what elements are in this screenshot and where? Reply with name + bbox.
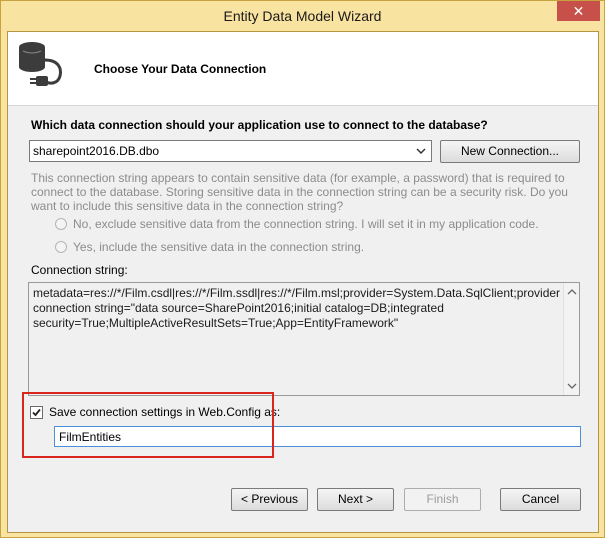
radio-exclude-label: No, exclude sensitive data from the conn… — [73, 217, 539, 231]
connection-string-text: metadata=res://*/Film.csdl|res://*/Film.… — [33, 286, 561, 330]
radio-include-label: Yes, include the sensitive data in the c… — [73, 240, 365, 254]
window-title: Entity Data Model Wizard — [223, 8, 382, 24]
connection-string-label: Connection string: — [31, 263, 128, 277]
finish-button[interactable]: Finish — [404, 488, 481, 511]
new-connection-button[interactable]: New Connection... — [440, 140, 580, 163]
database-connection-icon — [19, 42, 62, 86]
connection-dropdown[interactable]: sharepoint2016.DB.dbo — [29, 140, 432, 162]
scroll-up-icon[interactable] — [567, 288, 577, 296]
radio-include-sensitive[interactable]: Yes, include the sensitive data in the c… — [55, 240, 364, 254]
next-button[interactable]: Next > — [317, 488, 394, 511]
radio-include-icon[interactable] — [55, 241, 67, 253]
title-bar[interactable]: Entity Data Model Wizard ✕ — [1, 1, 604, 31]
radio-exclude-icon[interactable] — [55, 218, 67, 230]
connection-dropdown-value: sharepoint2016.DB.dbo — [33, 144, 160, 158]
radio-exclude-sensitive[interactable]: No, exclude sensitive data from the conn… — [55, 217, 539, 231]
page-title: Choose Your Data Connection — [94, 62, 267, 76]
close-button[interactable]: ✕ — [557, 1, 600, 21]
vertical-scrollbar[interactable] — [563, 283, 579, 395]
connection-question: Which data connection should your applic… — [31, 118, 488, 132]
scroll-down-icon[interactable] — [567, 382, 577, 390]
sensitive-data-info: This connection string appears to contai… — [31, 171, 568, 213]
chevron-down-icon[interactable] — [415, 145, 427, 157]
wizard-content: Choose Your Data Connection Which data c… — [7, 31, 599, 533]
connection-string-box[interactable]: metadata=res://*/Film.csdl|res://*/Film.… — [28, 282, 580, 396]
wizard-header: Choose Your Data Connection — [8, 32, 598, 106]
previous-button[interactable]: < Previous — [231, 488, 308, 511]
highlight-annotation — [22, 392, 274, 458]
cancel-button[interactable]: Cancel — [500, 488, 581, 511]
wizard-window: Entity Data Model Wizard ✕ Choose Your D… — [0, 0, 605, 538]
